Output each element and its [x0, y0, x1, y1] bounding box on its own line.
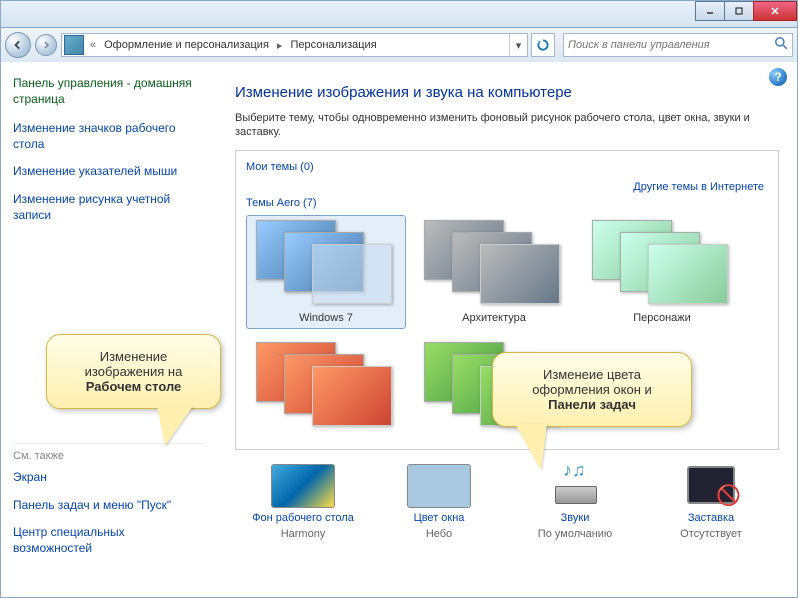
seealso-ease-of-access[interactable]: Центр специальных возможностей — [13, 525, 205, 556]
sidebar: Панель управления - домашняя страница Из… — [1, 62, 217, 597]
chevron-right-icon: ▸ — [273, 39, 287, 52]
forward-button[interactable] — [35, 34, 57, 56]
main-panel: ? Изменение изображения и звука на компь… — [217, 62, 797, 597]
window-color-icon — [407, 464, 471, 508]
sounds-item[interactable]: Звуки По умолчанию — [515, 464, 635, 542]
refresh-button[interactable] — [531, 33, 555, 57]
callout-text: Изменение изображения на — [85, 349, 183, 379]
window-body: Панель управления - домашняя страница Из… — [0, 62, 798, 598]
titlebar — [0, 0, 798, 28]
screensaver-icon — [679, 464, 743, 508]
desktop-background-icon — [271, 464, 335, 508]
callout-window-color: Изменеие цвета оформления окон и Панели … — [492, 352, 692, 427]
theme-label: Архитектура — [462, 312, 526, 324]
desktop-background-item[interactable]: Фон рабочего стола Harmony — [243, 464, 363, 542]
callout-text: Изменеие цвета оформления окон и — [532, 367, 652, 397]
sounds-link: Звуки — [515, 512, 635, 524]
back-button[interactable] — [5, 32, 31, 58]
callout-desktop-background: Изменение изображения на Рабочем столе — [46, 334, 221, 409]
screensaver-value: Отсутствует — [680, 528, 742, 540]
theme-windows7[interactable]: Windows 7 — [246, 215, 406, 329]
callout-bold: Панели задач — [548, 397, 636, 412]
window-color-link: Цвет окна — [379, 512, 499, 524]
see-also-label: См. также — [13, 443, 205, 462]
breadcrumb[interactable]: « Оформление и персонализация ▸ Персонал… — [61, 33, 528, 57]
theme-architecture[interactable]: Архитектура — [414, 215, 574, 329]
callout-tail — [157, 406, 193, 446]
seealso-taskbar[interactable]: Панель задач и меню "Пуск" — [13, 498, 205, 514]
callout-bold: Рабочем столе — [86, 379, 182, 394]
group-aero-themes: Темы Aero (7) — [246, 197, 768, 209]
chevron-left-icon: « — [86, 39, 100, 51]
desktop-background-value: Harmony — [281, 528, 326, 540]
search-box[interactable] — [563, 33, 793, 57]
breadcrumb-dropdown[interactable]: ▾ — [509, 34, 527, 56]
control-panel-home[interactable]: Панель управления - домашняя страница — [13, 76, 205, 107]
sounds-icon — [543, 464, 607, 508]
sidebar-link-mouse-pointers[interactable]: Изменение указателей мыши — [13, 164, 205, 180]
sidebar-link-account-picture[interactable]: Изменение рисунка учетной записи — [13, 192, 205, 223]
theme-landscapes[interactable] — [246, 337, 406, 439]
theme-characters[interactable]: Персонажи — [582, 215, 742, 329]
screensaver-link: Заставка — [651, 512, 771, 524]
online-themes-link[interactable]: Другие темы в Интернете — [633, 181, 764, 193]
navbar: « Оформление и персонализация ▸ Персонал… — [0, 28, 798, 62]
breadcrumb-seg-1[interactable]: Оформление и персонализация — [100, 39, 273, 51]
maximize-button[interactable] — [724, 1, 754, 21]
search-icon[interactable] — [774, 36, 788, 55]
window-color-value: Небо — [426, 528, 452, 540]
page-description: Выберите тему, чтобы одновременно измени… — [235, 111, 779, 140]
window-color-item[interactable]: Цвет окна Небо — [379, 464, 499, 542]
desktop-background-link: Фон рабочего стола — [243, 512, 363, 524]
search-input[interactable] — [568, 39, 774, 51]
page-title: Изменение изображения и звука на компьют… — [235, 84, 779, 101]
screensaver-item[interactable]: Заставка Отсутствует — [651, 464, 771, 542]
theme-label: Персонажи — [633, 312, 691, 324]
close-button[interactable] — [753, 1, 797, 21]
control-panel-icon — [64, 35, 84, 55]
breadcrumb-seg-2[interactable]: Персонализация — [286, 39, 380, 51]
bottom-settings-row: Фон рабочего стола Harmony Цвет окна Неб… — [235, 464, 779, 542]
sounds-value: По умолчанию — [538, 528, 612, 540]
theme-label: Windows 7 — [299, 312, 353, 324]
group-my-themes: Мои темы (0) — [246, 161, 768, 173]
seealso-display[interactable]: Экран — [13, 470, 205, 486]
help-icon[interactable]: ? — [769, 68, 787, 86]
minimize-button[interactable] — [695, 1, 725, 21]
window-buttons — [696, 1, 797, 21]
callout-tail — [515, 424, 547, 470]
sidebar-link-desktop-icons[interactable]: Изменение значков рабочего стола — [13, 121, 205, 152]
